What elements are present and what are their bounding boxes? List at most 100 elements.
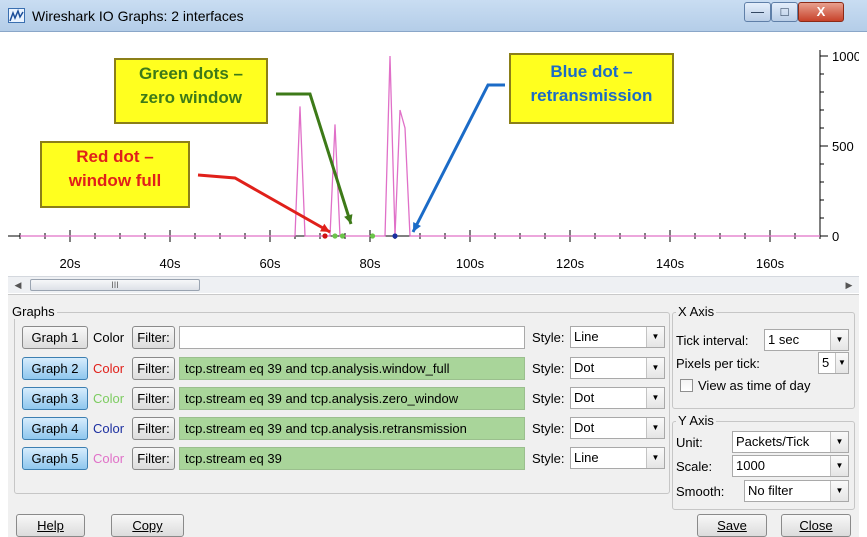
- y-tick-label: 0: [832, 229, 839, 244]
- graph-4-button[interactable]: Graph 4: [22, 417, 88, 440]
- graph-1-filter-button[interactable]: Filter:: [132, 326, 175, 349]
- x-tick-label: 100s: [456, 256, 485, 271]
- graph-3-style-select[interactable]: Dot ▼: [570, 387, 665, 409]
- graph-4-filter-input[interactable]: tcp.stream eq 39 and tcp.analysis.retran…: [179, 417, 525, 440]
- tick-interval-select[interactable]: 1 sec ▼: [764, 329, 849, 351]
- annotation-green-line1: Green dots –: [139, 64, 243, 83]
- graph-5-style-value: Line: [574, 450, 599, 465]
- blue-annotation-arrow: [411, 83, 505, 233]
- graph-2-style-label: Style:: [532, 361, 565, 376]
- graph-scrollbar[interactable]: ◀ III ▶: [8, 276, 859, 293]
- x-tick-label: 80s: [360, 256, 381, 271]
- scroll-left-arrow-icon[interactable]: ◀: [10, 277, 26, 293]
- dropdown-arrow-icon: ▼: [830, 330, 848, 350]
- graph-5-filter-button[interactable]: Filter:: [132, 447, 175, 470]
- data-dot: [369, 233, 376, 239]
- pixels-per-tick-label: Pixels per tick:: [676, 356, 760, 371]
- annotation-red-dot: Red dot – window full: [40, 141, 190, 208]
- graph-4-style-select[interactable]: Dot ▼: [570, 417, 665, 439]
- graph-3-filter-input[interactable]: tcp.stream eq 39 and tcp.analysis.zero_w…: [179, 387, 525, 410]
- x-tick-label: 20s: [60, 256, 81, 271]
- io-graph-app-icon: [8, 8, 25, 23]
- annotation-blue-line1: Blue dot –: [550, 62, 633, 81]
- graph-3-style-value: Dot: [574, 390, 595, 405]
- graph-3-color-label[interactable]: Color: [93, 387, 124, 410]
- dropdown-arrow-icon: ▼: [646, 388, 664, 408]
- data-dot: [332, 233, 338, 239]
- unit-select[interactable]: Packets/Tick ▼: [732, 431, 849, 453]
- graph-4-color-label[interactable]: Color: [93, 417, 124, 440]
- x-tick-label: 160s: [756, 256, 785, 271]
- graph-3-style-label: Style:: [532, 391, 565, 406]
- graph-3-button[interactable]: Graph 3: [22, 387, 88, 410]
- close-button-label: Close: [799, 518, 833, 533]
- dropdown-arrow-icon: ▼: [835, 353, 848, 373]
- window-title: Wireshark IO Graphs: 2 interfaces: [32, 8, 244, 24]
- annotation-blue-dot: Blue dot – retransmission: [509, 53, 674, 124]
- view-time-of-day-label[interactable]: View as time of day: [698, 374, 810, 397]
- data-dot: [322, 233, 328, 239]
- graph-5-filter-input[interactable]: tcp.stream eq 39: [179, 447, 525, 470]
- graph-5-button[interactable]: Graph 5: [22, 447, 88, 470]
- graph-1-style-select[interactable]: Line ▼: [570, 326, 665, 348]
- red-annotation-arrow: [197, 173, 331, 234]
- graph-2-style-select[interactable]: Dot ▼: [570, 357, 665, 379]
- graph-1-button[interactable]: Graph 1: [22, 326, 88, 349]
- graph-2-filter-input[interactable]: tcp.stream eq 39 and tcp.analysis.window…: [179, 357, 525, 380]
- graph-4-filter-button[interactable]: Filter:: [132, 417, 175, 440]
- scroll-thumb[interactable]: III: [30, 279, 200, 291]
- y-axis-title: Y Axis: [676, 413, 716, 428]
- save-button[interactable]: Save: [697, 514, 767, 537]
- annotation-red-line1: Red dot –: [76, 147, 154, 166]
- smooth-label: Smooth:: [676, 484, 725, 499]
- close-window-button[interactable]: X: [798, 2, 844, 22]
- scroll-right-arrow-icon[interactable]: ▶: [841, 277, 857, 293]
- x-tick-label: 60s: [260, 256, 281, 271]
- data-dot: [392, 233, 398, 239]
- x-tick-label: 140s: [656, 256, 685, 271]
- dropdown-arrow-icon: ▼: [646, 448, 664, 468]
- graph-5-style-label: Style:: [532, 451, 565, 466]
- x-tick-label: 120s: [556, 256, 585, 271]
- help-button[interactable]: Help: [16, 514, 85, 537]
- dropdown-arrow-icon: ▼: [830, 432, 848, 452]
- dropdown-arrow-icon: ▼: [830, 481, 848, 501]
- title-bar: Wireshark IO Graphs: 2 interfaces — □ X: [0, 0, 867, 32]
- graph-1-style-label: Style:: [532, 330, 565, 345]
- graph-5-color-label[interactable]: Color: [93, 447, 124, 470]
- graph-2-button[interactable]: Graph 2: [22, 357, 88, 380]
- copy-button[interactable]: Copy: [111, 514, 184, 537]
- close-button[interactable]: Close: [781, 514, 851, 537]
- graph-5-style-select[interactable]: Line ▼: [570, 447, 665, 469]
- green-annotation-arrow-head: [344, 214, 353, 224]
- annotation-green-line2: zero window: [140, 88, 242, 107]
- graph-3-filter-button[interactable]: Filter:: [132, 387, 175, 410]
- unit-value: Packets/Tick: [736, 434, 810, 449]
- io-graph-plot[interactable]: 20s 40s 60s 80s 100s 120s 140s 160s 1000 500 0 Red…: [8, 32, 859, 274]
- dropdown-arrow-icon: ▼: [646, 418, 664, 438]
- graph-1-style-value: Line: [574, 329, 599, 344]
- dropdown-arrow-icon: ▼: [646, 327, 664, 347]
- y-tick-label: 500: [832, 139, 854, 154]
- minimize-button[interactable]: —: [744, 2, 771, 22]
- pixels-per-tick-value: 5: [822, 355, 830, 370]
- y-tick-label: 1000: [832, 49, 859, 64]
- graph-1-filter-input[interactable]: [179, 326, 525, 349]
- help-button-label: Help: [37, 518, 64, 533]
- maximize-button[interactable]: □: [771, 2, 798, 22]
- smooth-select[interactable]: No filter ▼: [744, 480, 849, 502]
- view-time-of-day-checkbox[interactable]: [680, 379, 693, 392]
- dropdown-arrow-icon: ▼: [830, 456, 848, 476]
- green-annotation-arrow: [276, 92, 353, 225]
- graph-2-filter-button[interactable]: Filter:: [132, 357, 175, 380]
- pixels-per-tick-select[interactable]: 5 ▼: [818, 352, 849, 374]
- annotation-blue-line2: retransmission: [530, 86, 653, 105]
- tick-interval-label: Tick interval:: [676, 333, 749, 348]
- graph-1-color-label[interactable]: Color: [93, 326, 124, 349]
- graph-4-style-label: Style:: [532, 421, 565, 436]
- tick-interval-value: 1 sec: [768, 332, 800, 347]
- save-button-label: Save: [717, 518, 747, 533]
- annotation-green-dots: Green dots – zero window: [114, 58, 268, 124]
- scale-select[interactable]: 1000 ▼: [732, 455, 849, 477]
- graph-2-color-label[interactable]: Color: [93, 357, 124, 380]
